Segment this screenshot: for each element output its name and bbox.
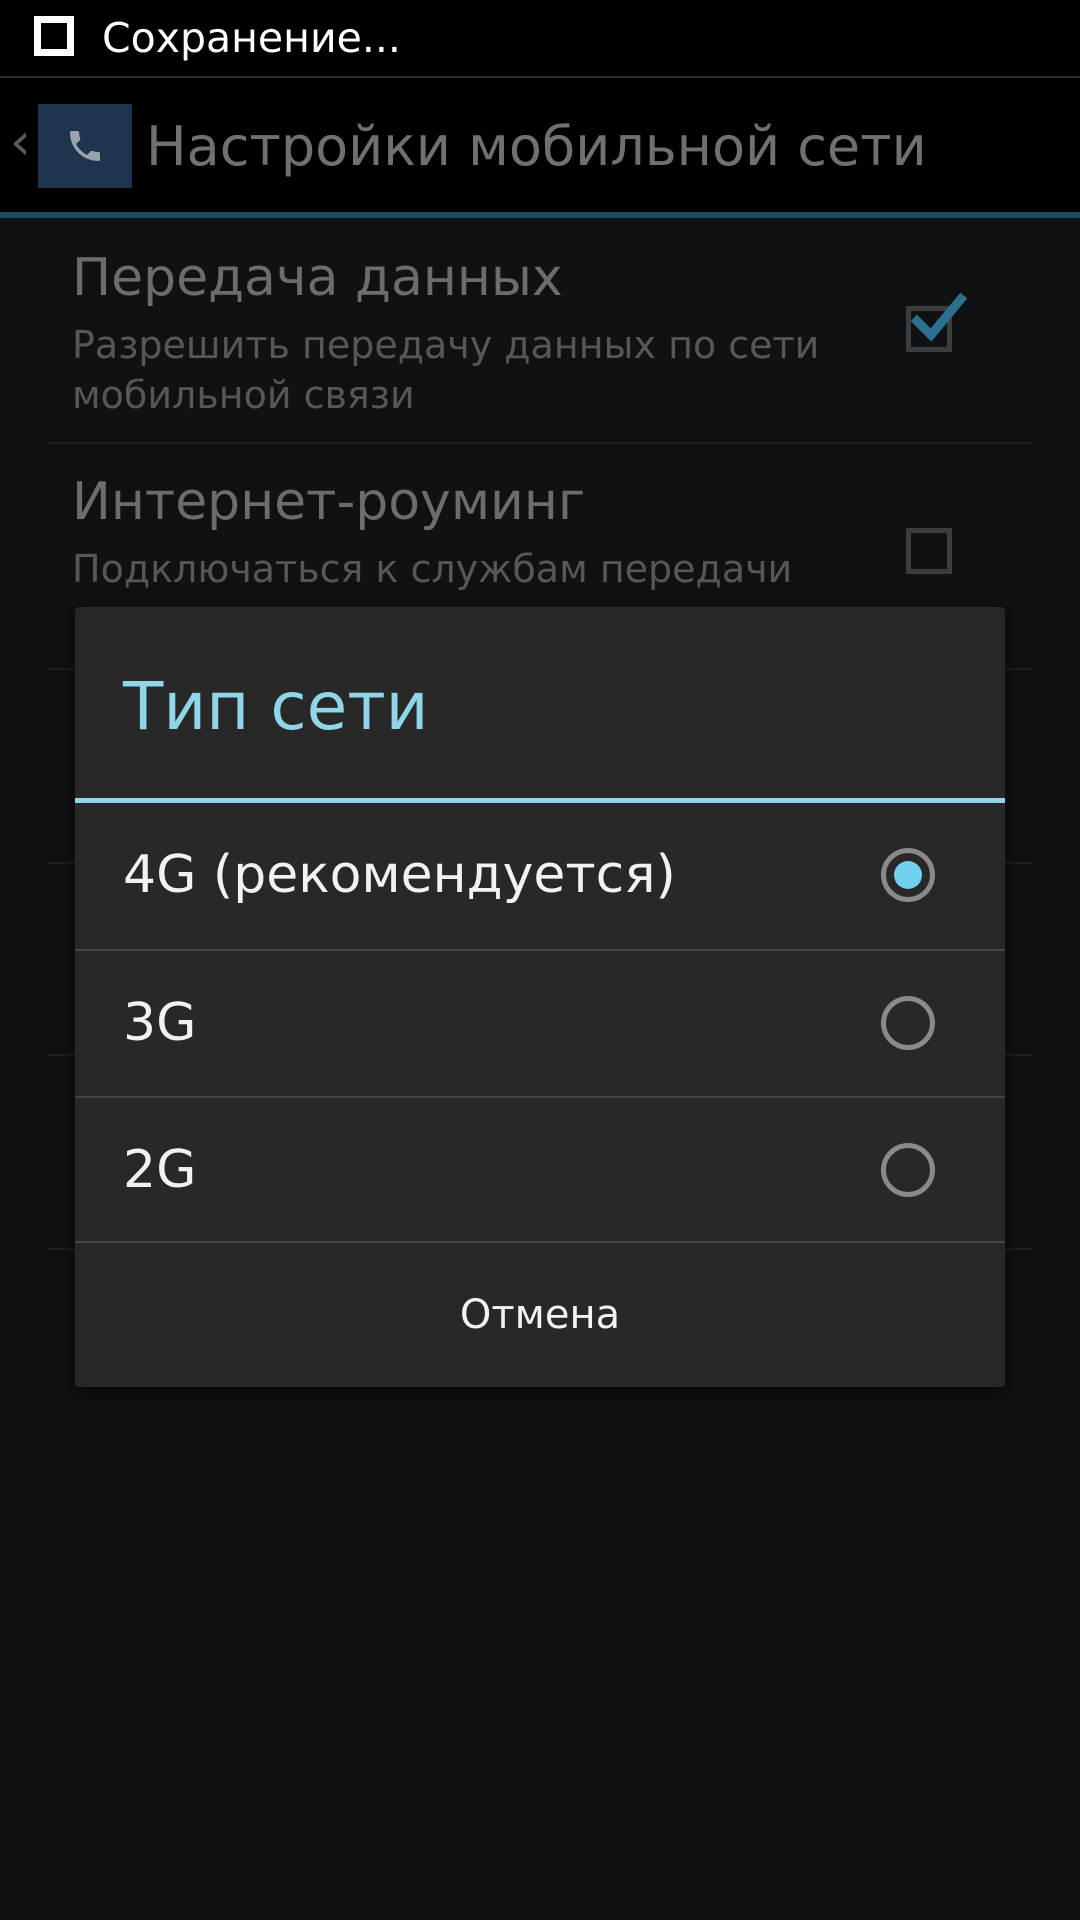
- option-2g[interactable]: 2G: [75, 1098, 1005, 1244]
- radio-unselected-icon[interactable]: [881, 996, 935, 1050]
- data-transfer-checkbox[interactable]: [906, 292, 967, 352]
- option-label: 4G (рекомендуется): [123, 845, 676, 905]
- option-4g[interactable]: 4G (рекомендуется): [75, 803, 1005, 949]
- status-bar: Сохранение...: [0, 0, 1080, 76]
- cancel-button[interactable]: Отмена: [75, 1243, 1005, 1387]
- status-notification-text: Сохранение...: [102, 14, 401, 62]
- back-chevron-icon[interactable]: ‹: [10, 116, 31, 168]
- pref-summary: Разрешить передачу данных по сети мобиль…: [72, 323, 820, 417]
- page-title: Настройки мобильной сети: [146, 115, 927, 178]
- radio-selected-icon[interactable]: [881, 848, 935, 902]
- pref-item-data-transfer[interactable]: Передача данных Разрешить передачу данны…: [48, 218, 1032, 442]
- phone-icon[interactable]: [38, 104, 132, 188]
- checkmark-icon: [910, 292, 967, 342]
- option-label: 3G: [123, 993, 197, 1053]
- radio-unselected-icon[interactable]: [881, 1143, 935, 1197]
- option-3g[interactable]: 3G: [75, 951, 1005, 1097]
- phone-glyph: [70, 131, 100, 161]
- pref-title: Интернет-роуминг: [72, 472, 586, 532]
- pref-title: Передача данных: [72, 248, 563, 308]
- radio-dot: [894, 861, 922, 889]
- action-bar: ‹ Настройки мобильной сети: [0, 78, 1080, 214]
- notification-square-icon: [34, 16, 74, 56]
- pref-summary: Подключаться к службам передачи: [72, 547, 793, 591]
- dialog-title: Тип сети: [123, 668, 429, 745]
- network-type-dialog: Тип сети 4G (рекомендуется) 3G 2G Отмена: [75, 607, 1005, 1387]
- option-label: 2G: [123, 1140, 197, 1200]
- roaming-checkbox[interactable]: [906, 528, 952, 574]
